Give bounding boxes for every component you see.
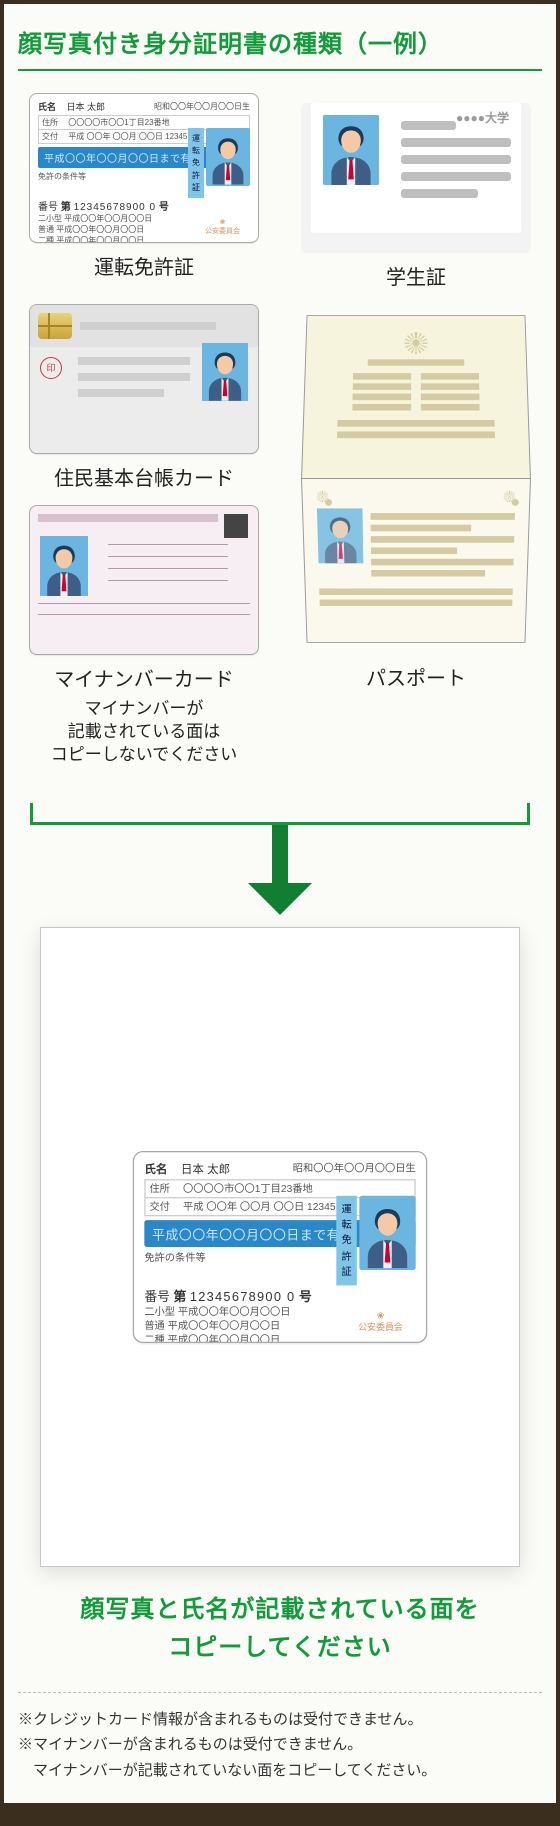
passport-crest-icon [404, 332, 427, 354]
passport-photo [317, 508, 363, 563]
dlc-num-label: 番号 [38, 202, 58, 213]
juki-photo [202, 343, 248, 401]
passport-bottom-page [301, 478, 531, 643]
dlc-dob: 昭和〇〇年〇〇月〇〇日生 [154, 101, 250, 112]
label-student-id: 学生証 [290, 261, 542, 290]
student-univ: ●●●●大学 [456, 109, 509, 126]
drivers-license-card: 氏名 日本 太郎 昭和〇〇年〇〇月〇〇日生 住所 〇〇〇〇市〇〇1丁目23番地 交… [29, 93, 259, 243]
inkan-stamp-icon: 印 [40, 357, 62, 379]
label-passport: パスポート [290, 662, 542, 691]
dlc-stamp: ❀公安委員会 [205, 218, 240, 236]
dlc-number: 12345678900 0 [74, 202, 157, 213]
id-examples-grid: 氏名 日本 太郎 昭和〇〇年〇〇月〇〇日生 住所 〇〇〇〇市〇〇1丁目23番地 交… [18, 93, 542, 767]
copy-instruction: 顔写真と氏名が記載されている面を コピーしてください [18, 1591, 542, 1668]
section-title: 顔写真付き身分証明書の種類（一例） [18, 24, 542, 71]
item-drivers-license: 氏名 日本 太郎 昭和〇〇年〇〇月〇〇日生 住所 〇〇〇〇市〇〇1丁目23番地 交… [18, 93, 270, 280]
mynumber-card [29, 505, 259, 655]
item-passport: パスポート [290, 304, 542, 691]
juki-card: 印 [29, 304, 259, 454]
a4-copy-sheet: 氏名 日本 太郎昭和〇〇年〇〇月〇〇日生 住所 〇〇〇〇市〇〇1丁目23番地 交… [40, 927, 520, 1567]
passport-crest-icon [503, 491, 515, 503]
dlc-addr-label: 住所 [42, 117, 58, 128]
student-data-lines [401, 121, 511, 198]
dlc-addr: 〇〇〇〇市〇〇1丁目23番地 [68, 117, 169, 128]
label-mynumber: マイナンバーカード [18, 663, 270, 692]
sample-copy-card: 氏名 日本 太郎昭和〇〇年〇〇月〇〇日生 住所 〇〇〇〇市〇〇1丁目23番地 交… [133, 1151, 427, 1343]
item-mynumber: マイナンバーカード マイナンバーが 記載されている面は コピーしないでください [18, 505, 270, 767]
mynumber-photo [40, 536, 88, 596]
dlc-name: 日本 太郎 [67, 100, 106, 113]
flow-arrow-icon [30, 797, 530, 917]
ic-chip-icon [38, 313, 72, 339]
passport-crest-icon [316, 491, 328, 503]
mynumber-warning: マイナンバーが 記載されている面は コピーしないでください [18, 698, 270, 767]
mynumber-logo-icon [224, 514, 248, 538]
divider [18, 1692, 542, 1693]
dlc-name-label: 氏名 [38, 100, 56, 113]
footnote-line: ※クレジットカード情報が含まれるものは受付できません。 [18, 1707, 542, 1733]
footnotes: ※クレジットカード情報が含まれるものは受付できません。 ※マイナンバーが含まれる… [18, 1707, 542, 1784]
dlc-issue-value: 平成 〇〇年 〇〇月 〇〇日 12345 [68, 131, 187, 142]
dlc-title-vertical: 運転免許証 [188, 128, 204, 198]
item-juki-card: 印 住民基本台帳カード [18, 304, 270, 491]
mynumber-footer-lines [38, 603, 250, 615]
passport-booklet [301, 304, 531, 654]
dlc-photo [206, 128, 250, 186]
passport-top-page [301, 315, 531, 480]
footnote-line: ※マイナンバーが含まれるものは受付できません。 [18, 1732, 542, 1758]
student-card: ●●●●大学 [301, 103, 531, 253]
student-photo [323, 115, 379, 185]
label-juki: 住民基本台帳カード [18, 462, 270, 491]
label-drivers-license: 運転免許証 [18, 251, 270, 280]
item-student-id: ●●●●大学 学生証 [290, 93, 542, 290]
footnote-line: マイナンバーが記載されていない面をコピーしてください。 [18, 1758, 542, 1784]
dlc-issue-label: 交付 [42, 131, 58, 142]
mynumber-data-lines [108, 544, 228, 581]
